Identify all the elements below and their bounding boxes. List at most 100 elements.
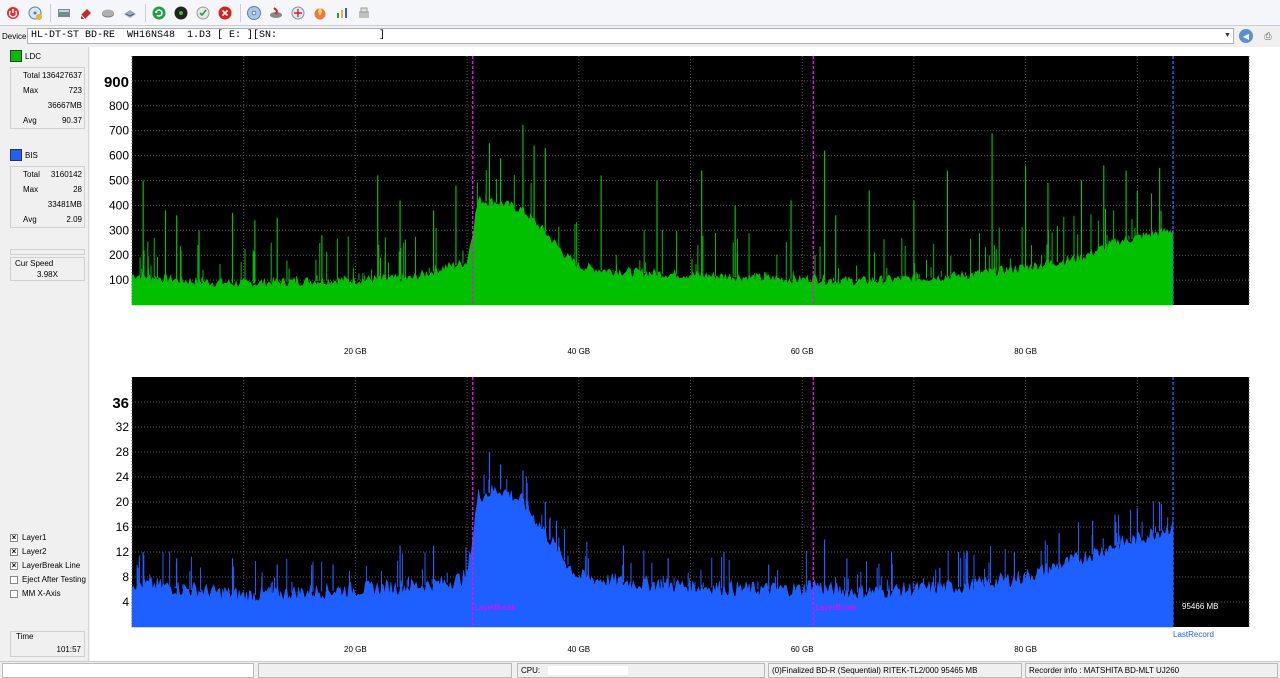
- burn-icon[interactable]: [266, 3, 286, 23]
- cpu-meter: [548, 666, 629, 676]
- status-disc-info: (0)Finalized BD-R (Sequential) RITEK-TL2…: [768, 663, 1022, 678]
- y-tick-label: 24: [116, 470, 130, 484]
- bis-total: 3160142: [50, 170, 82, 179]
- y-tick-label: 700: [109, 124, 129, 138]
- x-tick-label: 20 GB: [344, 645, 367, 654]
- save-icon[interactable]: [120, 3, 140, 23]
- bis-legend[interactable]: BIS: [10, 149, 38, 161]
- x-tick-label: 60 GB: [791, 645, 814, 654]
- y-tick-label: 300: [109, 223, 129, 237]
- x-tick-label: 60 GB: [791, 347, 814, 356]
- status-progress: [2, 663, 254, 678]
- ldc-max: 723: [68, 86, 82, 95]
- cpu-label: CPU:: [521, 666, 541, 675]
- copy-icon[interactable]: [288, 3, 308, 23]
- layer2-checkbox[interactable]: × Layer2: [10, 547, 46, 556]
- ldc-max-label: Max: [23, 86, 39, 95]
- cur-speed-value: 3.98X: [37, 270, 58, 279]
- bis-chart: 4 8 12 16 20 24 28 32 36 LayerBreak LayerBreak 9546…: [112, 377, 1250, 654]
- checkbox-icon: [10, 575, 18, 584]
- ldc-stats: Total 136427637 Max 723 36667MB Avg 90.37: [10, 67, 85, 129]
- eject-after-testing-checkbox[interactable]: Eject After Testing: [10, 575, 86, 584]
- y-tick-label: 36: [112, 395, 129, 412]
- back-icon[interactable]: ◀: [1239, 29, 1253, 43]
- y-tick-label: 16: [116, 520, 130, 534]
- device-bar: Device: HL-DT-ST BD-RE WH16NS48 1.D3 [ E…: [0, 27, 1280, 45]
- bis-label: BIS: [25, 150, 38, 160]
- drive-icon[interactable]: [54, 3, 74, 23]
- layerbreak-line-checkbox[interactable]: × LayerBreak Line: [10, 561, 80, 570]
- time-value: 101:57: [56, 645, 81, 654]
- layer-break-label: LayerBreak: [815, 603, 857, 612]
- ldc-total: 136427637: [41, 71, 82, 80]
- status-cpu: CPU:: [517, 663, 765, 678]
- bis-avg-label: Avg: [23, 215, 37, 224]
- toolbar-separator: [240, 3, 241, 22]
- ldc-max-position: 36667MB: [47, 101, 82, 110]
- ldc-legend[interactable]: LDC: [10, 50, 41, 62]
- chevron-down-icon[interactable]: ▼: [1222, 29, 1233, 42]
- fire-icon[interactable]: [310, 3, 330, 23]
- mm-x-axis-checkbox[interactable]: MM X-Axis: [10, 589, 61, 598]
- layer1-checkbox[interactable]: × Layer1: [10, 533, 46, 542]
- x-tick-label: 40 GB: [567, 347, 590, 356]
- checkbox-icon: ×: [10, 532, 18, 542]
- toolbar-separator: [145, 3, 146, 22]
- y-tick-label: 100: [109, 273, 129, 287]
- y-tick-label: 20: [116, 495, 130, 509]
- y-tick-label: 200: [109, 248, 129, 262]
- ldc-avg-label: Avg: [23, 116, 37, 125]
- bis-max-position: 33481MB: [47, 200, 82, 209]
- x-tick-label: 80 GB: [1014, 347, 1037, 356]
- camera-icon[interactable]: ⎙: [1261, 29, 1275, 43]
- y-tick-label: 12: [116, 545, 130, 559]
- ldc-color-swatch: [10, 50, 22, 62]
- time-box: Time 101:57: [10, 631, 85, 657]
- device-select[interactable]: HL-DT-ST BD-RE WH16NS48 1.D3 [ E: ][SN: …: [27, 28, 1234, 44]
- bis-max: 28: [73, 185, 82, 194]
- status-recorder-info: Recorder info : MATSHITA BD-MLT UJ260: [1025, 663, 1278, 678]
- y-tick-label: 900: [104, 74, 129, 91]
- ldc-avg: 90.37: [61, 116, 82, 125]
- refresh-icon[interactable]: [149, 3, 169, 23]
- status-blank: [258, 663, 512, 678]
- erase-icon[interactable]: [76, 3, 96, 23]
- bis-stats: Total 3160142 Max 28 33481MB Avg 2.09: [10, 166, 85, 228]
- disc-icon[interactable]: [98, 3, 118, 23]
- ldc-chart: 100 200 300 400 500 600 700 800 900 20 GB 40 GB 60 …: [104, 56, 1250, 356]
- last-record-label: LastRecord: [1173, 630, 1214, 639]
- x-tick-label: 20 GB: [344, 347, 367, 356]
- disc-quality-icon[interactable]: [171, 3, 191, 23]
- y-tick-label: 4: [122, 595, 129, 609]
- device-label: Device:: [2, 31, 29, 41]
- progress-box: [10, 249, 85, 255]
- power-icon[interactable]: [3, 3, 23, 23]
- chart-icon[interactable]: [332, 3, 352, 23]
- layer-break-label: LayerBreak: [475, 603, 517, 612]
- cur-speed-label: Cur Speed: [15, 259, 54, 268]
- y-tick-label: 8: [122, 570, 129, 584]
- x-tick-label: 40 GB: [567, 645, 590, 654]
- bis-total-label: Total: [23, 170, 40, 179]
- checkbox-icon: ×: [10, 546, 18, 556]
- ldc-label: LDC: [25, 51, 42, 61]
- bis-max-label: Max: [23, 185, 39, 194]
- capacity-label: 95466 MB: [1182, 602, 1218, 611]
- y-tick-label: 28: [116, 445, 130, 459]
- settings-icon[interactable]: [354, 3, 374, 23]
- scan-icon[interactable]: [193, 3, 213, 23]
- toolbar: [0, 0, 1280, 26]
- cd-icon[interactable]: [244, 3, 264, 23]
- y-tick-label: 500: [109, 174, 129, 188]
- eject-disc-icon[interactable]: [25, 3, 45, 23]
- bis-avg: 2.09: [66, 215, 82, 224]
- toolbar-separator: [50, 3, 51, 22]
- stats-panel: LDC Total 136427637 Max 723 36667MB Avg 90.…: [7, 47, 89, 661]
- y-tick-label: 800: [109, 99, 129, 113]
- checkbox-icon: [10, 589, 18, 598]
- y-tick-label: 600: [109, 149, 129, 163]
- stop-icon[interactable]: [215, 3, 235, 23]
- bis-color-swatch: [10, 149, 22, 161]
- time-label: Time: [16, 632, 34, 641]
- y-tick-label: 32: [116, 420, 130, 434]
